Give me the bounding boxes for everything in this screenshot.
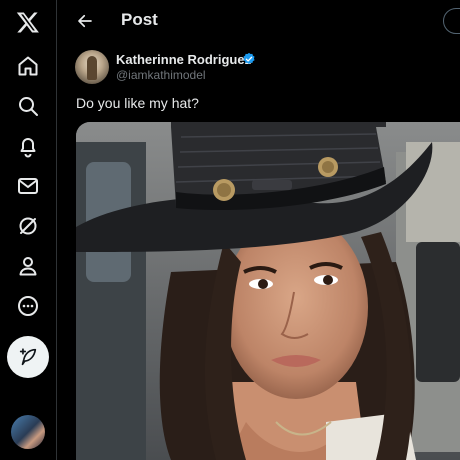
sidebar-nav — [0, 0, 57, 460]
author-name[interactable]: Katherinne Rodriguez — [116, 52, 251, 67]
compose-feather-icon — [19, 348, 37, 366]
post-media-photo[interactable] — [76, 122, 460, 460]
post-text: Do you like my hat? — [76, 95, 199, 111]
header-action-button[interactable] — [443, 8, 460, 34]
profile-icon[interactable] — [14, 252, 42, 280]
post-detail: Post Katherinne Rodriguez @iamkathimodel… — [58, 0, 460, 460]
mail-icon[interactable] — [14, 172, 42, 200]
bell-icon[interactable] — [14, 132, 42, 160]
photo-image — [76, 122, 460, 460]
arrow-left-icon — [78, 14, 92, 28]
home-icon[interactable] — [14, 52, 42, 80]
account-avatar[interactable] — [11, 415, 45, 449]
grok-icon[interactable] — [14, 212, 42, 240]
more-icon[interactable] — [14, 292, 42, 320]
author-handle[interactable]: @iamkathimodel — [116, 68, 206, 82]
search-icon[interactable] — [14, 92, 42, 120]
back-button[interactable] — [74, 10, 96, 32]
verified-badge-icon — [243, 52, 255, 64]
post-header: Post — [58, 0, 460, 42]
compose-button[interactable] — [7, 336, 49, 378]
author-avatar[interactable] — [75, 50, 109, 84]
x-logo-icon[interactable] — [14, 8, 42, 36]
page-title: Post — [121, 10, 158, 29]
